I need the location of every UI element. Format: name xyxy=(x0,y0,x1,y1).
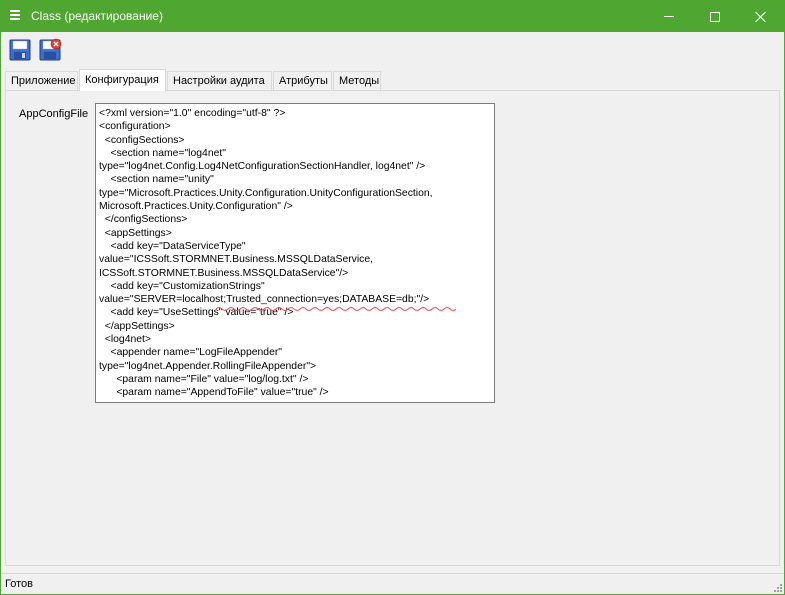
close-icon xyxy=(755,11,767,23)
config-line: <section name="log4net" xyxy=(99,147,226,159)
config-line: value="ICSSoft.STORMNET.Business.MSSQLDa… xyxy=(99,254,374,266)
config-line: type="log4net.Config.Log4NetConfiguratio… xyxy=(99,161,426,173)
config-line: </appSettings> xyxy=(99,320,175,332)
save-button[interactable] xyxy=(8,38,32,62)
config-line: <param name="File" value="log/log.txt" /… xyxy=(99,373,309,385)
config-line: <param name="AppendToFile" value="true" … xyxy=(99,387,329,399)
tab-methods[interactable]: Методы xyxy=(333,71,381,90)
save-close-icon xyxy=(39,38,62,61)
close-button[interactable] xyxy=(738,1,784,32)
config-line: <appender name="LogFileAppender" xyxy=(99,347,282,359)
maximize-button[interactable] xyxy=(692,1,738,32)
menu-icon[interactable] xyxy=(10,10,20,22)
config-line: ICSSoft.STORMNET.Business.MSSQLDataServi… xyxy=(99,267,349,279)
spellcheck-underline xyxy=(216,307,456,311)
tab-application[interactable]: Приложение xyxy=(5,71,78,90)
status-bar: Готов xyxy=(1,573,784,594)
config-line: <configuration> xyxy=(99,121,171,133)
config-line: <?xml version="1.0" encoding="utf-8" ?> xyxy=(99,108,286,119)
config-line: <add key="CustomizationStrings" xyxy=(99,280,265,292)
config-line: <section name="unity" xyxy=(99,174,214,186)
tab-audit-settings[interactable]: Настройки аудита xyxy=(167,71,272,90)
config-line: Microsoft.Practices.Unity.Configuration"… xyxy=(99,201,293,213)
window-title: Class (редактирование) xyxy=(31,9,163,23)
title-bar[interactable]: Class (редактирование) xyxy=(1,1,784,32)
save-icon xyxy=(9,39,31,61)
minimize-button[interactable] xyxy=(646,1,692,32)
resize-grip-icon[interactable] xyxy=(772,582,782,592)
config-line: type="log4net.Appender.RollingFileAppend… xyxy=(99,360,317,372)
status-text: Готов xyxy=(5,578,33,590)
toolbar xyxy=(1,32,784,66)
config-line: <appSettings> xyxy=(99,227,172,239)
config-line: <configSections> xyxy=(99,134,185,146)
app-config-file-textarea[interactable]: <?xml version="1.0" encoding="utf-8" ?> … xyxy=(95,103,495,403)
minimize-icon xyxy=(664,16,674,17)
config-line: <add key="DataServiceType" xyxy=(99,240,246,252)
config-line: value="SERVER=localhost;Trusted_connecti… xyxy=(99,294,430,306)
tab-attributes[interactable]: Атрибуты xyxy=(273,71,332,90)
config-line: </configSections> xyxy=(99,214,188,226)
tab-configuration[interactable]: Конфигурация xyxy=(79,69,166,91)
config-line: type="Microsoft.Practices.Unity.Configur… xyxy=(99,187,433,199)
config-line: <log4net> xyxy=(99,334,151,346)
maximize-icon xyxy=(710,11,720,22)
app-config-file-label: AppConfigFile xyxy=(19,108,89,120)
app-window: Class (редактирование) Приложение Конфиг… xyxy=(0,0,785,595)
save-and-close-button[interactable] xyxy=(38,38,62,62)
